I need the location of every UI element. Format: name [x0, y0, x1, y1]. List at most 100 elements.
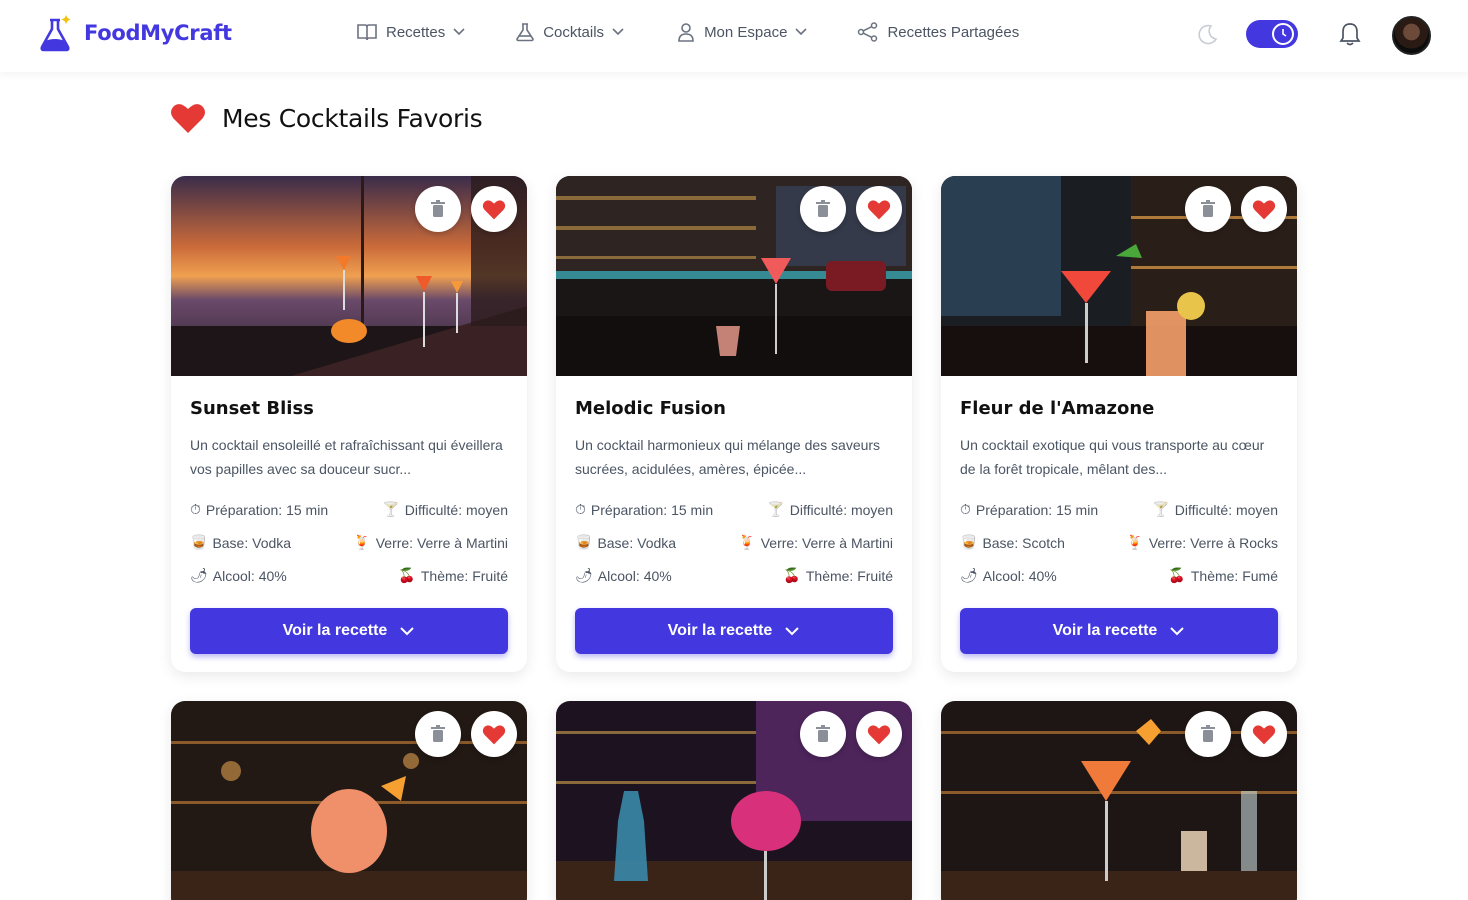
cocktail-card: Melodic Fusion Un cocktail harmonieux qu…	[556, 176, 912, 672]
cocktail-image[interactable]	[171, 176, 527, 376]
alcohol-level: Alcool: 40%	[597, 567, 672, 584]
nav-cocktails-label: Cocktails	[543, 23, 605, 41]
app-name: FoodMyCraft	[84, 21, 232, 45]
theme: Thème: Fruité	[805, 567, 893, 584]
cocktail-image[interactable]	[941, 701, 1297, 900]
cocktail-glass-icon: 🍸	[382, 501, 400, 518]
base-spirit: Base: Vodka	[212, 534, 292, 551]
cocktail-image[interactable]	[941, 176, 1297, 376]
trash-icon	[1201, 725, 1215, 742]
cocktail-card	[171, 701, 527, 900]
delete-button[interactable]	[1185, 186, 1231, 232]
view-recipe-label: Voir la recette	[1052, 622, 1158, 639]
top-navigation-bar: FoodMyCraft Recettes Cocktails Mon Espac…	[0, 0, 1468, 72]
cocktail-card	[556, 701, 912, 900]
heart-icon	[171, 104, 205, 133]
cocktail-card	[941, 701, 1297, 900]
favorite-button[interactable]	[471, 711, 517, 757]
cherry-icon: 🍒	[783, 567, 801, 584]
favorite-button[interactable]	[856, 711, 902, 757]
app-logo[interactable]: FoodMyCraft	[38, 14, 232, 52]
view-recipe-button[interactable]: Voir la recette	[960, 608, 1278, 654]
nav-recettes-partagees[interactable]: Recettes Partagées	[857, 22, 1019, 42]
view-recipe-button[interactable]: Voir la recette	[575, 608, 893, 654]
flask-logo-icon	[40, 15, 71, 52]
heart-icon	[867, 724, 891, 744]
view-recipe-label: Voir la recette	[282, 622, 388, 639]
chevron-down-icon	[785, 627, 800, 636]
tropical-drink-icon: 🍹	[353, 534, 371, 551]
chevron-down-icon	[612, 28, 624, 36]
cocktail-description: Un cocktail ensoleillé et rafraîchissant…	[190, 437, 503, 477]
nav-recettes-label: Recettes	[386, 23, 446, 41]
delete-button[interactable]	[415, 711, 461, 757]
cocktail-title: Fleur de l'Amazone	[960, 398, 1155, 419]
prep-time: Préparation: 15 min	[975, 501, 1099, 518]
cocktail-card: Fleur de l'Amazone Un cocktail exotique …	[941, 176, 1297, 672]
favorite-button[interactable]	[856, 186, 902, 232]
nav-cocktails[interactable]: Cocktails	[515, 22, 624, 42]
theme-toggle[interactable]	[1246, 20, 1298, 48]
cocktail-image[interactable]	[556, 701, 912, 900]
tumbler-glass-icon: 🥃	[960, 534, 978, 551]
delete-button[interactable]	[415, 186, 461, 232]
trash-icon	[816, 725, 830, 742]
theme: Thème: Fruité	[420, 567, 508, 584]
avatar[interactable]	[1392, 16, 1431, 55]
heart-icon	[1252, 199, 1276, 219]
heart-icon	[1252, 724, 1276, 744]
chevron-down-icon	[1170, 627, 1185, 636]
tropical-drink-icon: 🍹	[1126, 534, 1144, 551]
cocktail-description: Un cocktail harmonieux qui mélange des s…	[575, 437, 881, 477]
chevron-down-icon	[795, 28, 808, 36]
difficulty: Difficulté: moyen	[1174, 501, 1278, 518]
alcohol-level: Alcool: 40%	[982, 567, 1057, 584]
delete-button[interactable]	[800, 186, 846, 232]
page-title: Mes Cocktails Favoris	[222, 103, 483, 133]
delete-button[interactable]	[1185, 711, 1231, 757]
flask-icon	[516, 23, 535, 42]
chevron-down-icon	[453, 28, 465, 36]
prep-time: Préparation: 15 min	[205, 501, 329, 518]
cocktail-glass-icon: 🍸	[1152, 501, 1170, 518]
clock-icon	[1272, 23, 1294, 45]
favorite-button[interactable]	[471, 186, 517, 232]
nav-recettes[interactable]: Recettes	[356, 22, 465, 42]
tumbler-glass-icon: 🥃	[575, 534, 593, 551]
cocktail-image[interactable]	[171, 701, 527, 900]
main-nav: Recettes Cocktails Mon Espace Recettes P…	[356, 22, 1019, 42]
glass-type: Verre: Verre à Martini	[760, 534, 893, 551]
share-icon	[858, 22, 878, 42]
cocktail-image[interactable]	[556, 176, 912, 376]
moon-icon[interactable]	[1196, 24, 1218, 46]
user-icon	[678, 23, 694, 42]
glass-type: Verre: Verre à Martini	[375, 534, 508, 551]
bell-icon[interactable]	[1338, 21, 1362, 47]
glass-type: Verre: Verre à Rocks	[1148, 534, 1278, 551]
pepper-icon: 🌶	[960, 567, 978, 584]
theme: Thème: Fumé	[1190, 567, 1278, 584]
cherry-icon: 🍒	[1168, 567, 1186, 584]
pepper-icon: 🌶	[575, 567, 593, 584]
nav-mon-espace-label: Mon Espace	[704, 23, 788, 41]
heart-icon	[482, 199, 506, 219]
nav-mon-espace[interactable]: Mon Espace	[676, 22, 808, 42]
trash-icon	[816, 200, 830, 217]
trash-icon	[431, 725, 445, 742]
favorite-button[interactable]	[1241, 186, 1287, 232]
trash-icon	[1201, 200, 1215, 217]
favorite-button[interactable]	[1241, 711, 1287, 757]
heart-icon	[867, 199, 891, 219]
difficulty: Difficulté: moyen	[404, 501, 508, 518]
cocktail-card: Sunset Bliss Un cocktail ensoleillé et r…	[171, 176, 527, 672]
trash-icon	[431, 200, 445, 217]
cherry-icon: 🍒	[398, 567, 416, 584]
cocktail-description: Un cocktail exotique qui vous transporte…	[960, 437, 1265, 477]
delete-button[interactable]	[800, 711, 846, 757]
view-recipe-label: Voir la recette	[667, 622, 773, 639]
view-recipe-button[interactable]: Voir la recette	[190, 608, 508, 654]
heart-icon	[482, 724, 506, 744]
base-spirit: Base: Vodka	[597, 534, 677, 551]
nav-recettes-partagees-label: Recettes Partagées	[887, 23, 1020, 41]
page-heading: Mes Cocktails Favoris	[170, 102, 483, 134]
